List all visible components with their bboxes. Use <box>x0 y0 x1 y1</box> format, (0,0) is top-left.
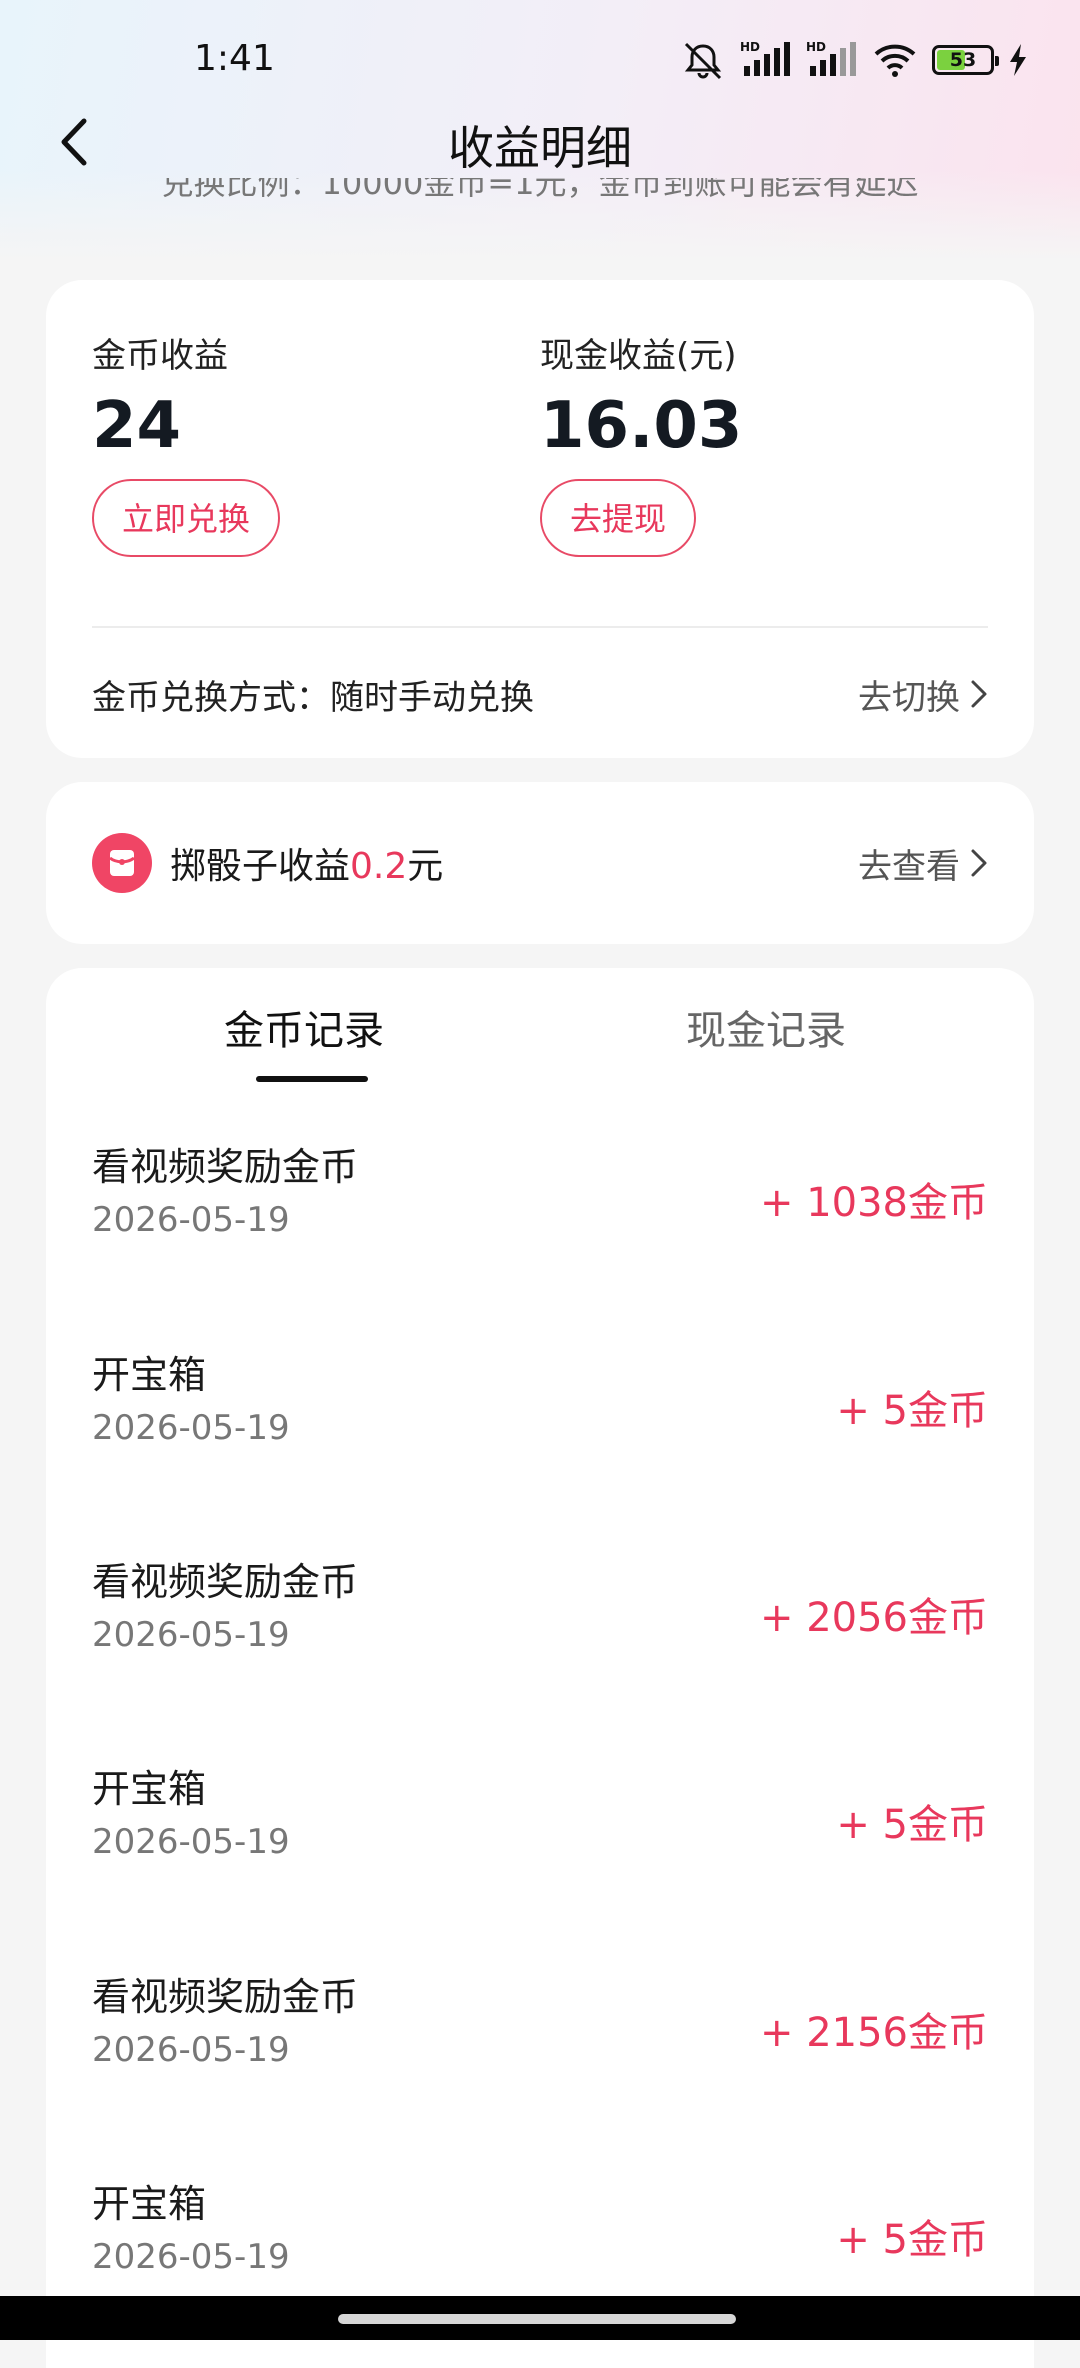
gold-balance-label: 金币收益 <box>92 336 228 376</box>
dice-income-suffix: 元 <box>407 846 444 887</box>
record-title: 开宝箱 <box>92 1353 207 1397</box>
exchange-notice: 兑换比例：10000金币=1元，金币到账可能会有延迟 <box>0 178 1080 218</box>
exchange-notice-text: 兑换比例：10000金币=1元，金币到账可能会有延迟 <box>161 178 919 202</box>
dice-income-text: 掷骰子收益0.2元 <box>170 837 443 889</box>
battery-icon: 53 <box>932 45 999 75</box>
exchange-now-button[interactable]: 立即兑换 <box>92 479 281 557</box>
nav-bar: 收益明细 <box>0 100 1080 190</box>
status-time: 1:41 <box>194 38 275 79</box>
record-date: 2026-05-19 <box>92 1408 290 1448</box>
record-amount: + 5金币 <box>836 2217 988 2263</box>
chevron-right-icon <box>971 680 987 708</box>
list-item[interactable]: 看视频奖励金币 2026-05-19 + 1038金币 <box>92 1136 988 1286</box>
status-icons: HD HD 53 <box>680 40 1028 80</box>
wifi-icon <box>874 44 916 77</box>
signal-icon-2: HD <box>806 40 856 76</box>
balance-card: 金币收益 24 立即兑换 现金收益(元) 16.03 去提现 金币兑换方式：随时… <box>46 280 1034 758</box>
record-title: 开宝箱 <box>92 2182 207 2226</box>
chevron-right-icon <box>971 849 987 877</box>
page-title: 收益明细 <box>448 121 632 175</box>
red-packet-icon <box>92 833 152 893</box>
dice-income-amount: 0.2 <box>350 846 408 887</box>
list-item[interactable]: 看视频奖励金币 2026-05-19 + 2056金币 <box>92 1551 988 1701</box>
list-item[interactable]: 开宝箱 2026-05-19 + 5金币 <box>92 1344 988 1494</box>
record-date: 2026-05-19 <box>92 1200 290 1240</box>
dice-income-row: 掷骰子收益0.2元 去查看 <box>92 782 988 944</box>
gold-balance-value: 24 <box>92 389 182 463</box>
tab-cash-records[interactable]: 现金记录 <box>686 998 846 1056</box>
dice-income-card[interactable]: 掷骰子收益0.2元 去查看 <box>46 782 1034 944</box>
gold-balance: 金币收益 24 立即兑换 <box>92 328 281 557</box>
mute-icon <box>684 42 722 80</box>
record-title: 开宝箱 <box>92 1767 207 1811</box>
cash-balance: 现金收益(元) 16.03 去提现 <box>540 328 742 557</box>
active-tab-indicator <box>256 1076 368 1082</box>
record-amount: + 2056金币 <box>759 1595 988 1641</box>
cash-balance-label: 现金收益(元) <box>540 336 737 376</box>
record-title: 看视频奖励金币 <box>92 1560 359 1604</box>
view-dice-link[interactable]: 去查看 <box>858 839 988 888</box>
records-card: 金币记录 现金记录 看视频奖励金币 2026-05-19 + 1038金币 开宝… <box>46 968 1034 2368</box>
record-amount: + 5金币 <box>836 1388 988 1434</box>
svg-text:HD: HD <box>806 40 826 54</box>
list-item[interactable]: 看视频奖励金币 2026-05-19 + 2156金币 <box>92 1966 988 2116</box>
view-dice-label: 去查看 <box>858 846 960 887</box>
withdraw-button[interactable]: 去提现 <box>540 479 697 557</box>
record-amount: + 2156金币 <box>759 2010 988 2056</box>
record-title: 看视频奖励金币 <box>92 1145 359 1189</box>
record-amount: + 1038金币 <box>759 1180 988 1226</box>
battery-level: 53 <box>949 49 977 71</box>
record-date: 2026-05-19 <box>92 1822 290 1862</box>
divider <box>92 626 988 628</box>
charging-icon <box>1010 44 1026 76</box>
records-tabs: 金币记录 现金记录 <box>46 968 1034 1088</box>
signal-icon: HD <box>740 40 790 76</box>
record-date: 2026-05-19 <box>92 2237 290 2277</box>
tab-gold-records[interactable]: 金币记录 <box>224 998 384 1056</box>
record-amount: + 5金币 <box>836 1802 988 1848</box>
exchange-mode-label: 金币兑换方式：随时手动兑换 <box>92 677 534 718</box>
record-title: 看视频奖励金币 <box>92 1975 359 2019</box>
exchange-mode-row[interactable]: 金币兑换方式：随时手动兑换 去切换 <box>92 664 988 724</box>
dice-income-prefix: 掷骰子收益 <box>170 846 351 887</box>
switch-mode-link[interactable]: 去切换 <box>858 670 988 719</box>
record-date: 2026-05-19 <box>92 1615 290 1655</box>
dice-income-info: 掷骰子收益0.2元 <box>92 833 443 893</box>
svg-text:HD: HD <box>740 40 760 54</box>
record-date: 2026-05-19 <box>92 2030 290 2070</box>
home-indicator-bar[interactable] <box>338 2314 736 2324</box>
switch-mode-label: 去切换 <box>858 677 960 718</box>
cash-balance-value: 16.03 <box>540 389 743 463</box>
home-indicator-area <box>0 2296 1080 2340</box>
list-item[interactable]: 开宝箱 2026-05-19 + 5金币 <box>92 1758 988 1908</box>
